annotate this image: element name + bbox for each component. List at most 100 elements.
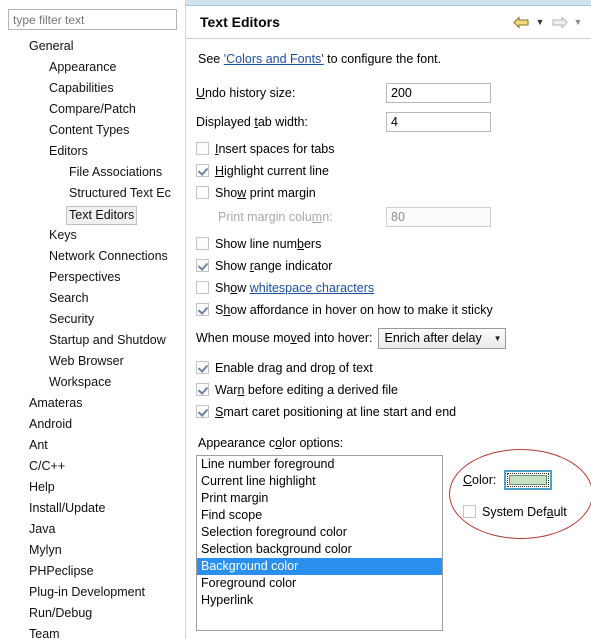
insert-spaces-for-tabs-row[interactable]: Insert spaces for tabs	[196, 138, 591, 159]
sidebar-item-workspace[interactable]: Workspace	[0, 372, 185, 393]
show-range-indicator-checkbox[interactable]	[196, 259, 209, 272]
forward-history-chevron-down-icon[interactable]: ▼	[571, 13, 585, 31]
show-print-margin-checkbox[interactable]	[196, 186, 209, 199]
enable-drag-and-drop-of-text-row[interactable]: Enable drag and drop of text	[196, 357, 591, 378]
cb-pre: War	[215, 382, 238, 397]
list-item[interactable]: Current line highlight	[197, 473, 442, 490]
whitespace-characters-link[interactable]: whitespace characters	[250, 281, 374, 295]
appearance-color-options-list[interactable]: Line number foreground Current line highl…	[196, 455, 443, 631]
sidebar-item-install-update[interactable]: Install/Update	[0, 498, 185, 519]
sidebar-item-phpeclipse[interactable]: PHPeclipse	[0, 561, 185, 582]
sidebar-item-capabilities[interactable]: Capabilities	[0, 78, 185, 99]
colors-and-fonts-link[interactable]: 'Colors and Fonts'	[224, 52, 324, 66]
sidebar-item-security[interactable]: Security	[0, 309, 185, 330]
sidebar-item-structured-text-ec[interactable]: Structured Text Ec	[0, 183, 185, 204]
show-print-margin-row[interactable]: Show print margin	[196, 182, 591, 203]
list-item[interactable]: Find scope	[197, 507, 442, 524]
list-item[interactable]: Foreground color	[197, 575, 442, 592]
show-affordance-row[interactable]: Show affordance in hover on how to make …	[196, 299, 591, 320]
sidebar-item-appearance[interactable]: Appearance	[0, 57, 185, 78]
back-arrow-icon[interactable]	[511, 12, 531, 32]
field-input[interactable]	[386, 112, 491, 132]
sidebar-item-search[interactable]: Search	[0, 288, 185, 309]
insert-spaces-for-tabs-checkbox[interactable]	[196, 142, 209, 155]
enable-drag-and-drop-of-text-checkbox[interactable]	[196, 361, 209, 374]
warn-before-editing-a-derived-file-checkbox[interactable]	[196, 383, 209, 396]
sidebar-item-team[interactable]: Team	[0, 624, 185, 639]
sidebar-item-android[interactable]: Android	[0, 414, 185, 435]
cb-post: of text	[335, 360, 373, 375]
highlight-current-line-checkbox[interactable]	[196, 164, 209, 177]
page-header: Text Editors ▼ ▼	[186, 6, 591, 39]
field-input[interactable]	[386, 83, 491, 103]
cb-mn: b	[297, 236, 304, 251]
system-default-checkbox[interactable]	[463, 505, 476, 518]
sidebar-item-startup-and-shutdow[interactable]: Startup and Shutdow	[0, 330, 185, 351]
sidebar-item-web-browser[interactable]: Web Browser	[0, 351, 185, 372]
smart-caret-positioning-at-line-start-and-end-checkbox[interactable]	[196, 405, 209, 418]
cb-pre: Show	[215, 258, 250, 273]
sidebar-item-content-types[interactable]: Content Types	[0, 120, 185, 141]
sidebar-item-help[interactable]: Help	[0, 477, 185, 498]
sidebar-item-label: File Associations	[69, 165, 163, 179]
sidebar-item-network-connections[interactable]: Network Connections	[0, 246, 185, 267]
colors-and-fonts-hint: See 'Colors and Fonts' to configure the …	[198, 52, 591, 66]
show-line-numbers-row[interactable]: Show line numbers	[196, 233, 591, 254]
sidebar-item-label: Workspace	[49, 375, 112, 389]
sidebar-item-label: Structured Text Ec	[69, 186, 171, 200]
sidebar-item-label: Amateras	[29, 396, 83, 410]
sidebar-item-text-editors[interactable]: Text Editors	[0, 204, 185, 225]
print-margin-column-row: Print margin column:	[196, 204, 591, 230]
print-margin-column-input[interactable]	[386, 207, 491, 227]
highlight-current-line-row[interactable]: Highlight current line	[196, 160, 591, 181]
color-swatch-button[interactable]	[504, 470, 553, 490]
list-item[interactable]: Selection background color	[197, 541, 442, 558]
list-item[interactable]: Hyperlink	[197, 592, 442, 609]
show-whitespace-characters-row[interactable]: Show whitespace characters	[196, 277, 591, 298]
checkbox-group-mid: Show line numbers Show range indicator	[196, 233, 591, 276]
ap-post: lor options:	[282, 436, 344, 450]
show-whitespace-characters-checkbox[interactable]	[196, 281, 209, 294]
sidebar-item-compare-patch[interactable]: Compare/Patch	[0, 99, 185, 120]
sidebar-item-java[interactable]: Java	[0, 519, 185, 540]
hint-suffix: to configure the font.	[323, 52, 442, 66]
field-row: Displayed tab width:	[196, 109, 591, 135]
warn-before-editing-a-derived-file-row[interactable]: Warn before editing a derived file	[196, 379, 591, 400]
sidebar-item-run-debug[interactable]: Run/Debug	[0, 603, 185, 624]
cb-post: ighlight current line	[224, 163, 329, 178]
sidebar-item-label: Run/Debug	[29, 606, 93, 620]
sidebar-item-general[interactable]: General	[0, 36, 185, 57]
back-history-chevron-down-icon[interactable]: ▼	[533, 13, 547, 31]
field-label: Displayed tab width:	[196, 115, 386, 129]
sidebar-item-perspectives[interactable]: Perspectives	[0, 267, 185, 288]
sidebar-item-file-associations[interactable]: File Associations	[0, 162, 185, 183]
history-nav: ▼ ▼	[511, 12, 585, 32]
checkbox-group-bottom: Enable drag and drop of text Warn before …	[196, 357, 591, 422]
sidebar-item-editors[interactable]: Editors	[0, 141, 185, 162]
sidebar-item-plug-in-development[interactable]: Plug-in Development	[0, 582, 185, 603]
sidebar-item-label: Keys	[49, 228, 77, 242]
hover-mode-select[interactable]: Enrich after delay ▼	[378, 327, 507, 349]
sidebar-item-label: Search	[49, 291, 89, 305]
sidebar-item-keys[interactable]: Keys	[0, 225, 185, 246]
sidebar-item-label: Compare/Patch	[49, 102, 136, 116]
list-item[interactable]: Print margin	[197, 490, 442, 507]
sidebar-item-ant[interactable]: Ant	[0, 435, 185, 456]
hover-mode-row: When mouse moved into hover: Enrich afte…	[196, 324, 591, 352]
list-item[interactable]: Background color	[197, 558, 442, 575]
list-item[interactable]: Line number foreground	[197, 456, 442, 473]
ws-pre: Sh	[215, 280, 231, 295]
show-range-indicator-row[interactable]: Show range indicator	[196, 255, 591, 276]
sidebar-item-amateras[interactable]: Amateras	[0, 393, 185, 414]
field-label: Undo history size:	[196, 86, 386, 100]
smart-caret-positioning-at-line-start-and-end-row[interactable]: Smart caret positioning at line start an…	[196, 401, 591, 422]
sidebar-item-c-c[interactable]: C/C++	[0, 456, 185, 477]
sidebar-item-mylyn[interactable]: Mylyn	[0, 540, 185, 561]
preferences-tree[interactable]: General Appearance Capabilities Compare/Pat…	[0, 36, 185, 639]
show-affordance-checkbox[interactable]	[196, 303, 209, 316]
list-item[interactable]: Selection foreground color	[197, 524, 442, 541]
affordance-label: Show affordance in hover on how to make …	[215, 303, 493, 317]
filter-input[interactable]	[8, 9, 177, 30]
system-default-row[interactable]: System Default	[463, 501, 567, 522]
show-line-numbers-checkbox[interactable]	[196, 237, 209, 250]
